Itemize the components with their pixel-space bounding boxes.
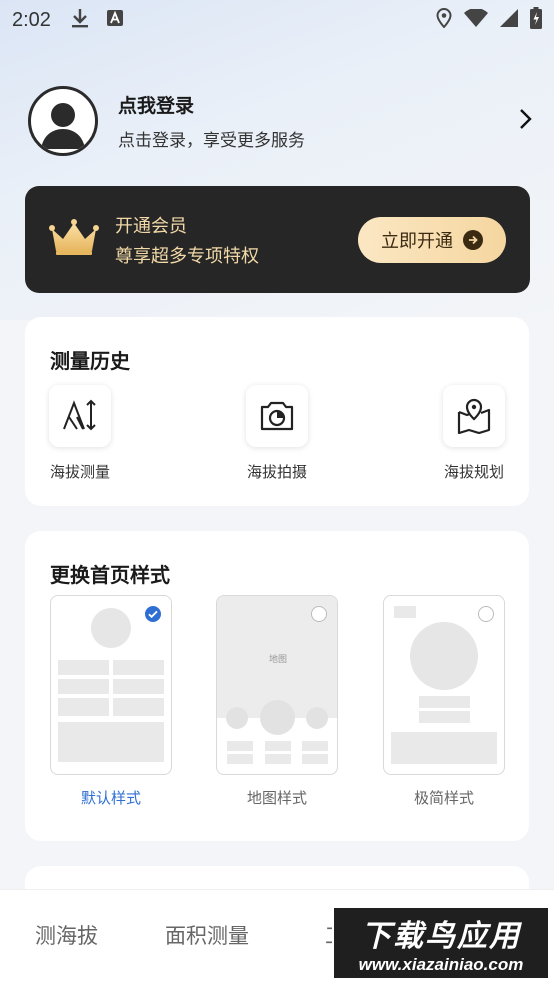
history-item-label: 海拔规划 bbox=[443, 463, 504, 481]
style-label-map: 地图样式 bbox=[246, 789, 307, 807]
battery-icon bbox=[530, 6, 542, 34]
home-style-card: 更换首页样式 默认样式 地图 地图样式 极简样式 bbox=[25, 531, 529, 841]
home-style-title: 更换首页样式 bbox=[50, 563, 170, 587]
vip-open-button[interactable]: 立即开通 bbox=[358, 216, 506, 263]
map-pin-icon[interactable] bbox=[443, 385, 505, 447]
history-item-label: 海拔拍摄 bbox=[246, 463, 307, 481]
style-preview-default[interactable] bbox=[50, 595, 172, 775]
login-title[interactable]: 点我登录 bbox=[118, 91, 305, 118]
radio-unchecked-icon[interactable] bbox=[478, 606, 494, 622]
radio-unchecked-icon[interactable] bbox=[311, 606, 327, 622]
history-card: 测量历史 海拔测量 海拔拍摄 海拔规划 bbox=[25, 317, 529, 506]
wifi-icon bbox=[464, 7, 488, 32]
signal-icon bbox=[500, 8, 518, 32]
location-icon bbox=[436, 7, 452, 33]
watermark-text: 下载鸟应用 bbox=[361, 919, 521, 954]
history-item-altitude-measure[interactable]: 海拔测量 bbox=[40, 385, 120, 482]
status-bar: 2:02 bbox=[0, 0, 554, 40]
vip-subtitle: 尊享超多专项特权 bbox=[115, 245, 259, 267]
history-item-label: 海拔测量 bbox=[49, 463, 110, 481]
map-preview-text: 地图 bbox=[268, 655, 287, 665]
tab-area-measure[interactable]: 面积测量 bbox=[165, 920, 249, 950]
chevron-right-icon[interactable] bbox=[518, 108, 532, 134]
watermark-logo: 下载鸟应用 www.xiazainiao.com bbox=[332, 906, 550, 980]
login-profile-row[interactable]: 点我登录 点击登录，享受更多服务 bbox=[28, 84, 538, 158]
style-label-default: 默认样式 bbox=[80, 789, 141, 807]
vip-open-button-label: 立即开通 bbox=[381, 230, 453, 252]
style-label-minimal: 极简样式 bbox=[413, 789, 474, 807]
vip-title: 开通会员 bbox=[115, 215, 187, 237]
style-option-default[interactable]: 默认样式 bbox=[50, 595, 172, 808]
download-icon bbox=[71, 8, 89, 33]
text-a-icon bbox=[106, 9, 123, 31]
status-time: 2:02 bbox=[12, 8, 51, 31]
watermark-url: www.xiazainiao.com bbox=[358, 955, 524, 974]
crown-icon bbox=[49, 218, 99, 261]
login-subtitle: 点击登录，享受更多服务 bbox=[118, 131, 305, 151]
style-preview-minimal[interactable] bbox=[383, 595, 505, 775]
vip-banner[interactable]: 开通会员 尊享超多专项特权 立即开通 bbox=[25, 186, 530, 293]
radio-checked-icon[interactable] bbox=[145, 606, 161, 622]
camera-icon[interactable] bbox=[246, 385, 308, 447]
style-option-map[interactable]: 地图 地图样式 bbox=[216, 595, 338, 808]
tab-altitude[interactable]: 测海拔 bbox=[35, 920, 98, 950]
style-option-minimal[interactable]: 极简样式 bbox=[383, 595, 505, 808]
history-item-altitude-photo[interactable]: 海拔拍摄 bbox=[237, 385, 317, 482]
history-item-altitude-plan[interactable]: 海拔规划 bbox=[434, 385, 514, 482]
avatar[interactable] bbox=[28, 86, 98, 156]
arrow-right-icon bbox=[463, 229, 483, 250]
style-preview-map[interactable]: 地图 bbox=[216, 595, 338, 775]
altitude-icon[interactable] bbox=[49, 385, 111, 447]
history-title: 测量历史 bbox=[50, 349, 130, 373]
